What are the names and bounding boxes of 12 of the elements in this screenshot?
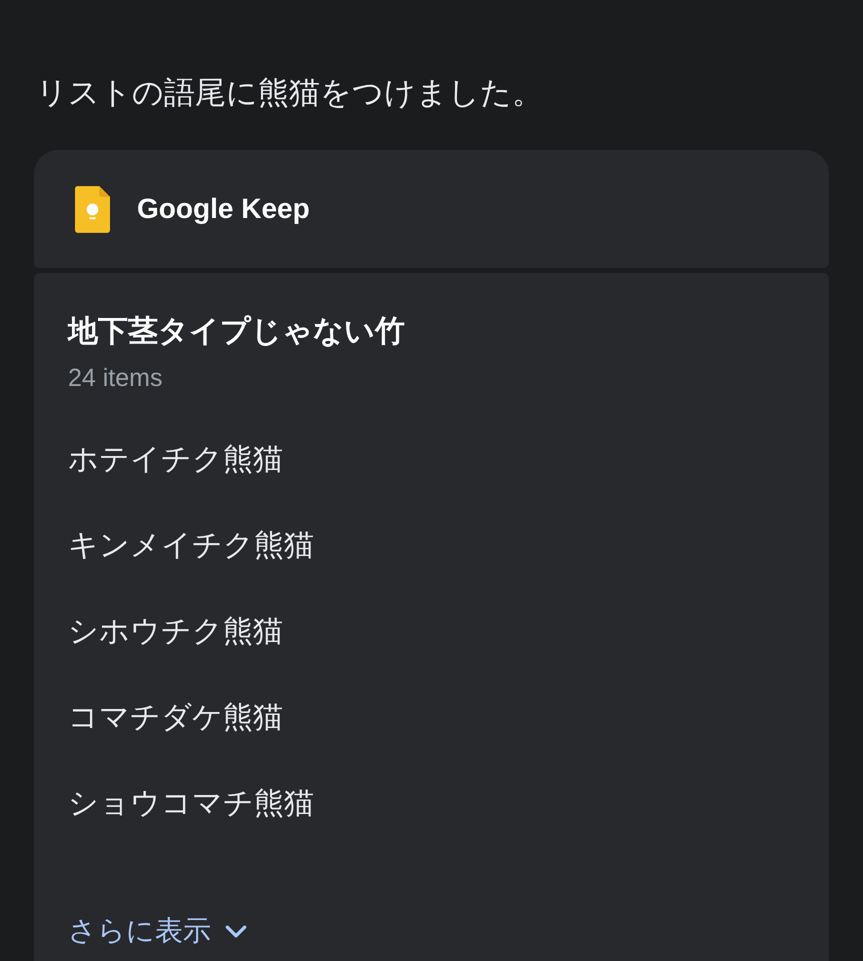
list-item: シホウチク熊猫 bbox=[68, 614, 283, 650]
note-bulb-icon bbox=[75, 186, 110, 232]
note-title: 地下茎タイプじゃない竹 bbox=[68, 314, 405, 350]
list-item: ショウコマチ熊猫 bbox=[68, 786, 314, 822]
list-item: コマチダケ熊猫 bbox=[68, 700, 283, 736]
list-item: ホテイチク熊猫 bbox=[68, 442, 283, 478]
item-count: 24 items bbox=[68, 363, 162, 393]
message-text: リストの語尾に熊猫をつけました。 bbox=[36, 74, 543, 112]
list-item: キンメイチク熊猫 bbox=[68, 528, 314, 564]
chevron-down-icon bbox=[225, 924, 247, 938]
app-name: Google Keep bbox=[137, 193, 310, 225]
show-more-button[interactable]: さらに表示 bbox=[68, 911, 247, 951]
